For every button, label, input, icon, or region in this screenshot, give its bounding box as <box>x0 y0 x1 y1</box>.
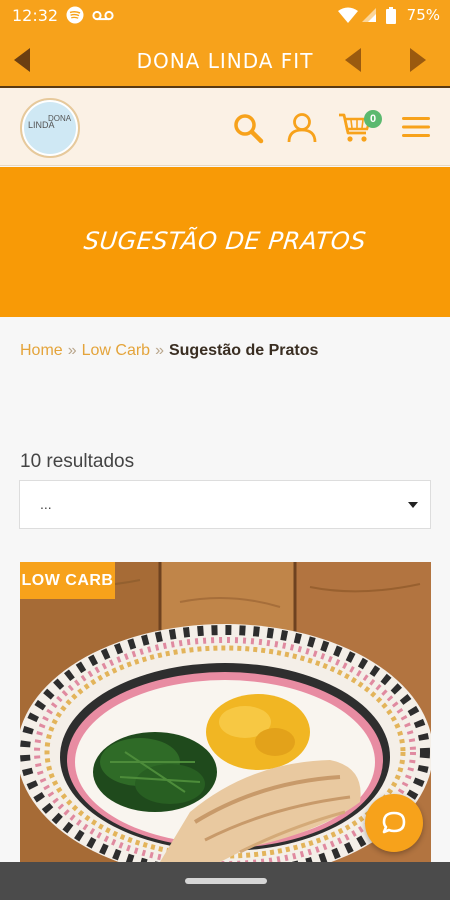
breadcrumb: Home» Low Carb» Sugestão de Pratos <box>20 342 318 360</box>
site-header: LINDA DONA <box>0 88 450 166</box>
breadcrumb-separator: » <box>67 342 77 359</box>
app-title: DONA LINDA FIT <box>136 49 314 73</box>
voicemail-icon <box>92 10 114 21</box>
system-nav-bar <box>0 862 450 900</box>
home-gesture-handle[interactable] <box>185 878 267 884</box>
page-title: SUGESTÃO DE PRATOS <box>82 227 368 255</box>
breadcrumb-separator: » <box>155 342 164 359</box>
battery-icon <box>386 7 396 24</box>
status-time: 12:32 <box>12 6 59 25</box>
next-icon[interactable] <box>410 48 426 72</box>
site-logo[interactable]: LINDA DONA <box>20 98 80 158</box>
status-bar: 12:32 75% <box>0 0 450 32</box>
chat-button[interactable] <box>365 794 423 852</box>
spotify-icon <box>66 6 84 24</box>
breadcrumb-category-link[interactable]: Low Carb <box>82 342 150 359</box>
signal-icon <box>362 8 376 22</box>
user-icon[interactable] <box>287 112 317 144</box>
battery-percent: 75% <box>406 6 440 24</box>
product-badge: LOW CARB <box>20 562 115 599</box>
menu-icon[interactable] <box>402 116 430 138</box>
app-bar: DONA LINDA FIT <box>0 32 450 88</box>
page-banner: SUGESTÃO DE PRATOS <box>0 167 450 317</box>
chevron-down-icon <box>408 502 418 508</box>
breadcrumb-home-link[interactable]: Home <box>20 342 63 359</box>
wifi-icon <box>338 7 358 23</box>
chat-bubble-icon <box>382 811 406 834</box>
search-icon[interactable] <box>232 112 264 144</box>
results-count: 10 resultados <box>20 451 135 472</box>
logo-text-dona: DONA <box>48 114 72 123</box>
breadcrumb-current: Sugestão de Pratos <box>168 342 319 359</box>
sort-select[interactable]: ... <box>19 480 431 529</box>
cart-count-badge: 0 <box>364 110 382 128</box>
sort-select-value: ... <box>40 496 52 512</box>
prev-icon[interactable] <box>345 48 361 72</box>
